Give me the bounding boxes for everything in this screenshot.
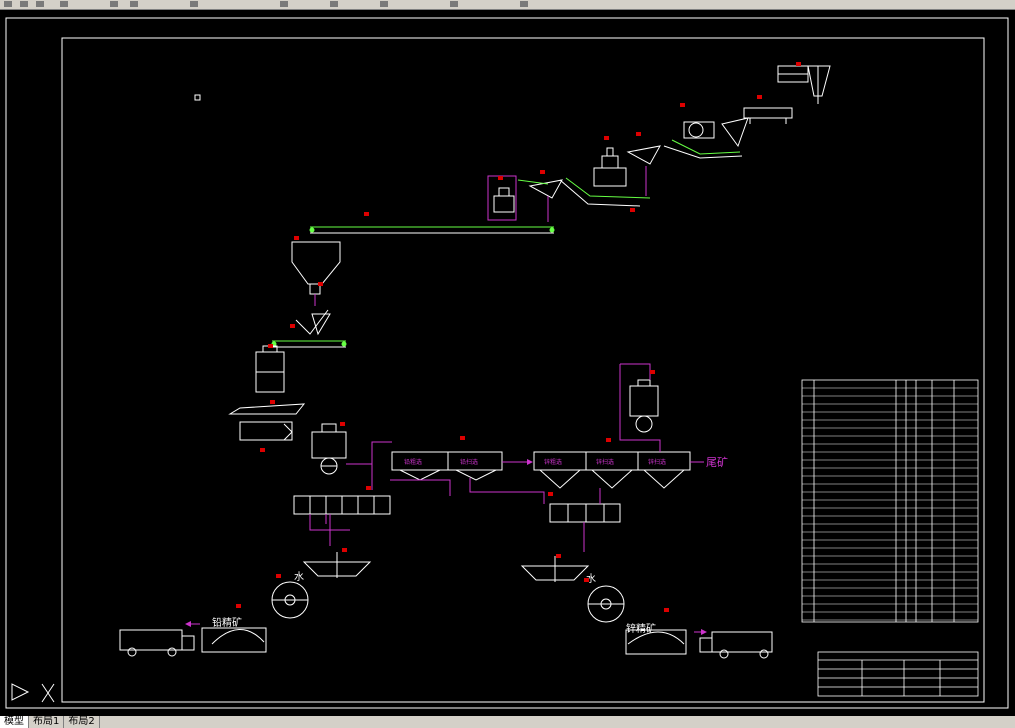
zinc-agitator bbox=[629, 379, 659, 433]
flowsheet-svg: 铅粗选 铅扫选 锌粗选 锌扫选 锌扫选 尾矿 水 水 铅精矿 锌精矿 bbox=[5, 17, 1009, 709]
equipment-table bbox=[801, 379, 979, 623]
thickener-lead bbox=[302, 552, 372, 578]
tab-layout-1[interactable]: 布局1 bbox=[29, 716, 65, 728]
tab-layout-2[interactable]: 布局2 bbox=[64, 716, 100, 728]
drawing-canvas[interactable]: 铅粗选 铅扫选 锌粗选 锌扫选 锌扫选 尾矿 水 水 铅精矿 锌精矿 bbox=[0, 10, 1015, 716]
ball-mill bbox=[255, 345, 285, 393]
feed-bin-group bbox=[777, 65, 831, 104]
truck-lead bbox=[119, 629, 195, 657]
outer-frame bbox=[5, 17, 1009, 709]
flotation-bank-2 bbox=[533, 451, 691, 489]
vibrating-feeder bbox=[743, 107, 793, 124]
svg-text:铅扫选: 铅扫选 bbox=[460, 458, 478, 466]
flotation-mixer bbox=[311, 423, 347, 475]
cleaner-bank-zinc bbox=[549, 503, 621, 523]
tailings-label: 尾矿 bbox=[706, 456, 728, 469]
small-marker bbox=[194, 94, 201, 101]
cone-crusher-2 bbox=[487, 175, 563, 221]
stockpile-lead bbox=[201, 627, 267, 653]
tab-model[interactable]: 模型 bbox=[0, 716, 29, 728]
filter-lead bbox=[271, 581, 309, 619]
water-label-1: 水 bbox=[294, 571, 304, 583]
conveyor-2 bbox=[565, 177, 651, 199]
inner-frame bbox=[61, 37, 985, 703]
layout-tabs: 模型 布局1 布局2 bbox=[0, 716, 1015, 728]
belt-conveyor-3 bbox=[271, 340, 347, 348]
svg-text:铅粗选: 铅粗选 bbox=[404, 458, 422, 466]
flotation-bank-1 bbox=[391, 451, 503, 481]
svg-text:锌扫选: 锌扫选 bbox=[596, 458, 614, 466]
concentrate-lead-label: 铅精矿 bbox=[212, 616, 242, 629]
equipment-table-rows bbox=[802, 387, 978, 621]
title-block bbox=[817, 651, 979, 697]
fine-ore-bin bbox=[291, 241, 341, 306]
filter-zinc bbox=[587, 585, 625, 623]
long-conveyor bbox=[309, 226, 555, 234]
truck-zinc bbox=[699, 631, 773, 659]
concentrate-zinc-label: 锌精矿 bbox=[626, 622, 656, 635]
pendulum-feeder bbox=[295, 309, 331, 336]
ucs-icon bbox=[11, 683, 55, 703]
thickener-zinc bbox=[520, 556, 590, 582]
cleaner-bank-lead bbox=[293, 495, 391, 515]
svg-text:锌扫选: 锌扫选 bbox=[648, 458, 666, 466]
cad-toolbar[interactable] bbox=[0, 0, 1015, 10]
spiral-classifier bbox=[228, 403, 306, 441]
cone-crusher-1 bbox=[593, 145, 661, 187]
jaw-crusher bbox=[683, 117, 749, 148]
svg-text:锌粗选: 锌粗选 bbox=[544, 458, 562, 466]
